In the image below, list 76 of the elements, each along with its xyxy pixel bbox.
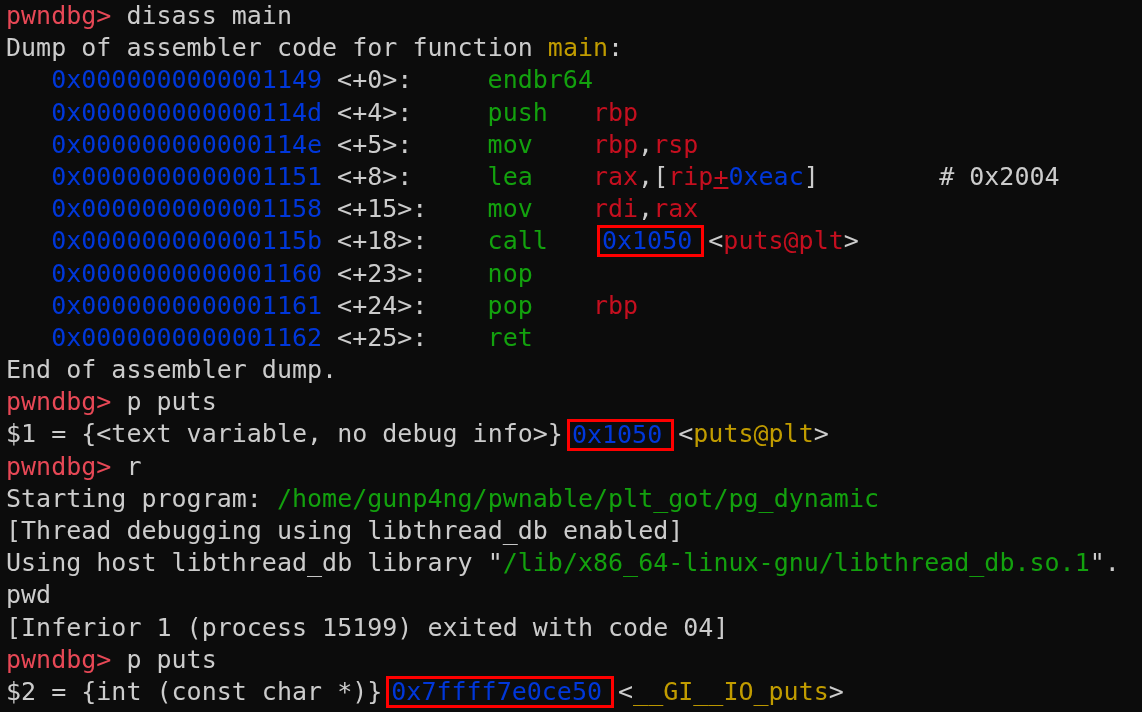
output-text: > <box>828 675 844 708</box>
instruction-address: 0x000000000000115b <box>51 225 323 258</box>
mnemonic: call <box>487 225 548 258</box>
command-text: p puts <box>126 386 217 419</box>
prompt: pwndbg> <box>6 386 112 419</box>
output-text: Starting program: <box>6 482 263 515</box>
instruction-offset: <+0>: <box>337 64 413 97</box>
output-text: < <box>708 225 724 258</box>
register-name: rax <box>592 160 639 193</box>
output-text: ". <box>1089 547 1120 580</box>
output-text: < <box>618 675 634 708</box>
instruction-offset: <+5>: <box>337 128 413 161</box>
output-text: , <box>638 128 654 161</box>
command-text: p puts <box>126 643 217 676</box>
instruction-address: 0x000000000000114d <box>51 96 323 129</box>
output-text: End of assembler dump. <box>6 354 338 387</box>
output-text: < <box>678 418 694 451</box>
register-name: rsp <box>653 128 699 161</box>
output-text: pwd <box>6 579 52 612</box>
output-text: ,[ <box>638 160 669 193</box>
register-name: rip <box>668 160 714 193</box>
mnemonic: ret <box>487 321 533 354</box>
mnemonic: pop <box>487 289 533 322</box>
symbol-name: puts@plt <box>693 418 814 451</box>
register-name: rbp <box>592 128 639 161</box>
instruction-offset: <+4>: <box>337 96 413 129</box>
register-name: rdi <box>592 193 639 226</box>
output-text: [Inferior 1 (process 15199) exited with code 04] <box>6 611 729 644</box>
instruction-address: 0x000000000000114e <box>51 128 323 161</box>
instruction-address: 0x0000000000001151 <box>51 160 323 193</box>
highlighted-address: 0x7ffff7e0ce50 <box>386 676 615 709</box>
comment-text: # 0x2004 <box>939 160 1060 193</box>
mnemonic: mov <box>487 193 533 226</box>
hex-number: 0xeac <box>728 160 804 193</box>
output-text: ] <box>803 160 819 193</box>
output-text: : <box>608 32 624 65</box>
mnemonic: nop <box>487 257 533 290</box>
command-text: r <box>126 450 142 483</box>
instruction-offset: <+24>: <box>337 289 428 322</box>
output-text: $1 = {<text variable, no debug info>} <box>6 418 563 451</box>
register-name: rax <box>653 193 699 226</box>
output-text: , <box>638 193 654 226</box>
prompt: pwndbg> <box>6 643 112 676</box>
instruction-address: 0x0000000000001161 <box>51 289 323 322</box>
instruction-address: 0x0000000000001160 <box>51 257 323 290</box>
file-path: /lib/x86_64-linux-gnu/libthread_db.so.1 <box>502 547 1090 580</box>
output-text: Using host libthread_db library " <box>6 547 503 580</box>
register-name: puts@plt <box>723 225 844 258</box>
prompt: pwndbg> <box>6 450 112 483</box>
output-text: > <box>843 225 859 258</box>
register-name: rbp <box>592 96 639 129</box>
highlighted-address: 0x1050 <box>596 225 705 258</box>
mnemonic: mov <box>487 128 533 161</box>
output-text: Dump of assembler code for function <box>6 32 534 65</box>
instruction-offset: <+18>: <box>337 225 428 258</box>
output-text: [Thread debugging using libthread_db enabled] <box>6 515 684 547</box>
output-text: > <box>813 418 829 451</box>
file-path: /home/gunp4ng/pwnable/plt_got/pg_dynamic <box>276 482 879 515</box>
instruction-address: 0x0000000000001149 <box>51 64 323 97</box>
mnemonic: lea <box>487 160 533 193</box>
output-text: $2 = {int (const char *)} <box>6 675 383 708</box>
instruction-address: 0x0000000000001162 <box>51 321 323 354</box>
instruction-offset: <+15>: <box>337 193 428 226</box>
command-text: disass main <box>126 0 292 32</box>
prompt: pwndbg> <box>6 0 112 32</box>
symbol-name: main <box>547 32 609 65</box>
mnemonic: endbr64 <box>487 64 593 97</box>
highlighted-address: 0x1050 <box>566 418 675 451</box>
instruction-offset: <+23>: <box>337 257 428 290</box>
register-name: rbp <box>592 289 639 322</box>
instruction-offset: <+25>: <box>337 321 428 354</box>
instruction-offset: <+8>: <box>337 160 413 193</box>
operator-sign: + <box>713 160 729 193</box>
mnemonic: push <box>487 96 548 129</box>
instruction-address: 0x0000000000001158 <box>51 193 323 226</box>
symbol-name: __GI__IO_puts <box>633 675 829 708</box>
